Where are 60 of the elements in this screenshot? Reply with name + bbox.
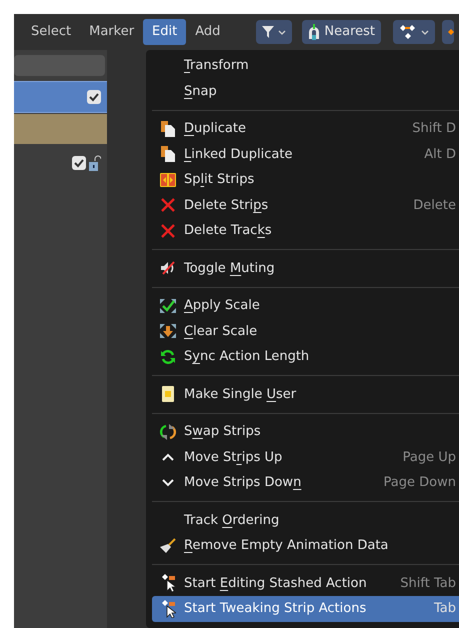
chevron-down-icon <box>162 478 174 487</box>
cross-icon <box>161 198 175 212</box>
shortcut-text: Alt D <box>424 146 456 164</box>
menu-item[interactable]: Transform <box>152 53 459 78</box>
menu-item[interactable]: Delete Strips Delete <box>152 192 459 218</box>
shortcut-text: Page Down <box>384 474 456 492</box>
lock-icon[interactable] <box>89 155 101 171</box>
keyframe-icon <box>448 29 454 35</box>
menu-item[interactable]: Move Strips Down Page Down <box>152 470 459 496</box>
menu-item[interactable]: Apply Scale <box>152 293 459 318</box>
menu-item[interactable]: Delete Tracks <box>152 218 459 244</box>
menu-item[interactable]: Remove Empty Animation Data <box>152 533 459 558</box>
menu-item[interactable]: Edit <box>143 19 186 45</box>
pointer-icon <box>160 574 176 592</box>
copy-icon <box>161 120 175 137</box>
caret-icon <box>421 30 430 34</box>
scale-arrow-icon <box>160 324 176 338</box>
sync-arrows-icon <box>160 348 176 365</box>
menu-item[interactable]: Add <box>186 19 230 45</box>
checkbox[interactable] <box>87 90 101 104</box>
menu-item[interactable]: Sync Action Length <box>152 344 459 370</box>
cross-icon <box>161 224 175 238</box>
caret-icon <box>278 30 286 34</box>
menu-item[interactable]: Start Editing Stashed Action Shift Tab <box>152 570 459 596</box>
menu-item[interactable]: Marker <box>80 19 144 45</box>
shortcut-text: Tab <box>434 600 456 618</box>
menu-item[interactable]: Split Strips <box>152 167 459 192</box>
mute-speaker-icon <box>160 261 176 276</box>
menu-item[interactable]: Start Tweaking Strip Actions Tab <box>152 596 459 622</box>
search-field[interactable] <box>14 55 105 76</box>
shortcut-text: Shift Tab <box>400 574 456 592</box>
keyframe-button[interactable] <box>442 20 454 44</box>
chevron-up-icon <box>162 453 174 462</box>
menu-item[interactable]: Clear Scale <box>152 318 459 344</box>
menu-item[interactable]: Select <box>22 19 80 45</box>
menu-item[interactable]: Track Ordering <box>152 508 459 533</box>
scale-check-icon <box>160 298 176 313</box>
copy-icon <box>161 146 175 162</box>
menu-item[interactable]: Linked Duplicate Alt D <box>152 142 459 167</box>
keyframe-dropdown[interactable] <box>393 20 436 44</box>
pointer-icon <box>160 600 176 618</box>
filter-dropdown[interactable] <box>256 20 292 44</box>
menu-item[interactable]: Duplicate Shift D <box>152 116 459 142</box>
menu-item[interactable]: Toggle Muting <box>152 256 459 281</box>
checkbox[interactable] <box>72 156 86 170</box>
shortcut-text: Delete <box>413 196 456 214</box>
shortcut-text: Page Up <box>402 448 456 466</box>
split-icon <box>160 172 176 187</box>
snap-dropdown[interactable]: Nearest <box>302 20 382 44</box>
shortcut-text: Shift D <box>412 120 456 138</box>
broom-icon <box>160 538 176 554</box>
funnel-icon <box>262 25 274 39</box>
menu-item[interactable]: Snap <box>152 78 459 104</box>
menu-item[interactable]: Make Single User <box>152 382 459 407</box>
keyframe-icon <box>399 25 418 39</box>
magnet-icon <box>308 24 320 40</box>
menu-item[interactable]: Swap Strips <box>152 419 459 444</box>
swap-arrows-icon <box>160 424 176 440</box>
menu-item[interactable]: Move Strips Up Page Up <box>152 444 459 470</box>
document-icon <box>162 386 174 402</box>
